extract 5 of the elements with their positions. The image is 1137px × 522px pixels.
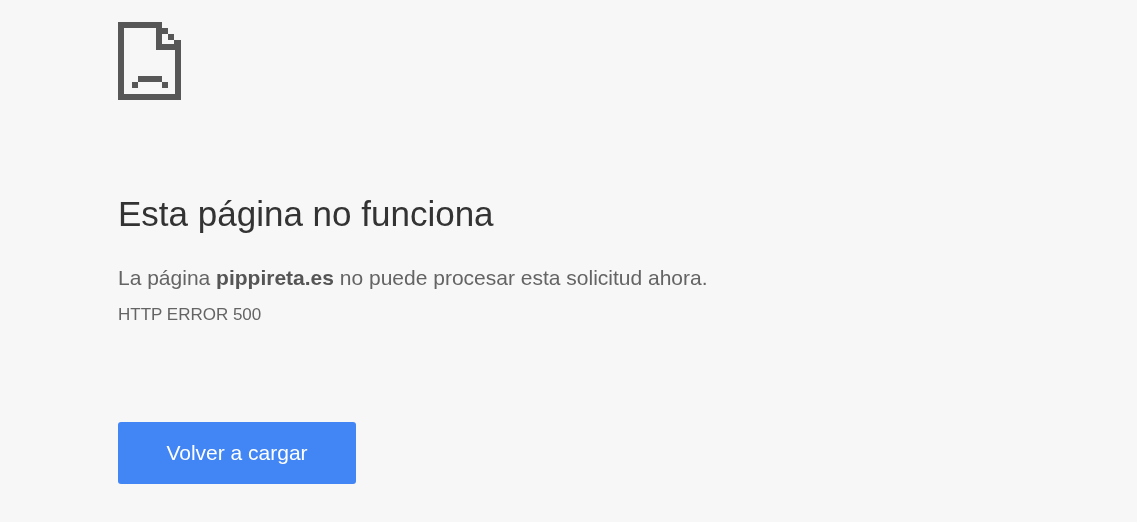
reload-button[interactable]: Volver a cargar — [118, 422, 356, 484]
sad-page-icon — [118, 22, 181, 100]
error-title: Esta página no funciona — [118, 193, 494, 235]
error-message: La página pippireta.es no puede procesar esta solicitud ahora. — [118, 265, 708, 291]
error-code: HTTP ERROR 500 — [118, 304, 262, 326]
